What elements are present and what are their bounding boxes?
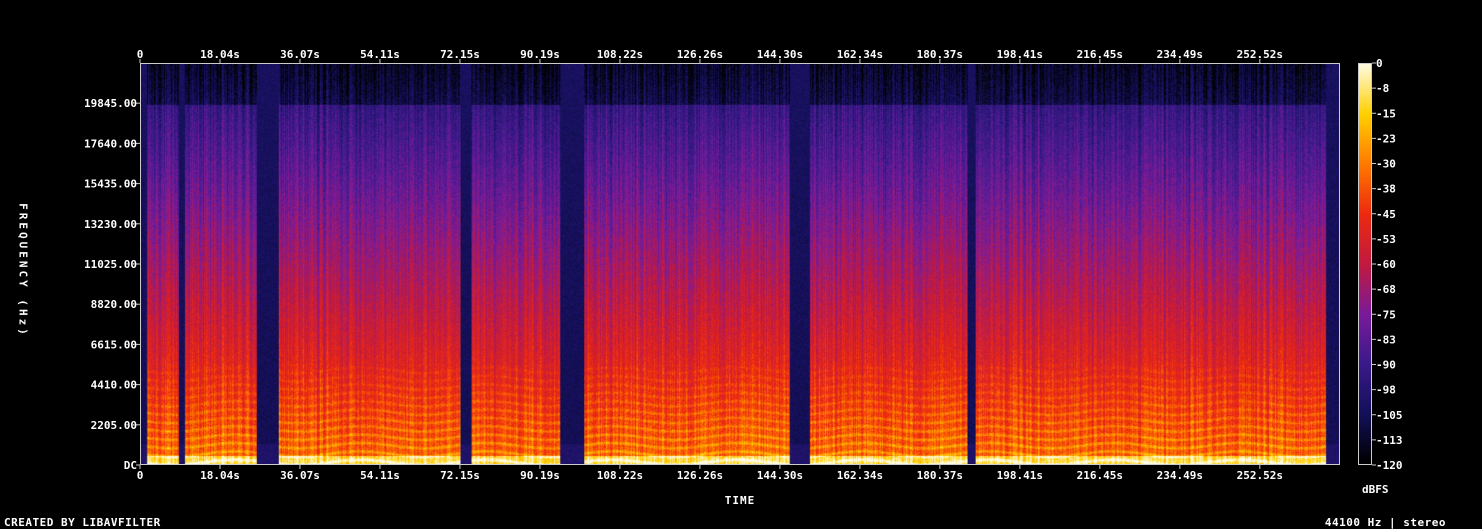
y-axis-label: FREQUENCY (Hz) (16, 203, 30, 338)
x-tick-label-bottom: 252.52s (1237, 469, 1283, 482)
y-tick-label: 17640.00 (84, 137, 137, 150)
x-tick-label-bottom: 72.15s (440, 469, 480, 482)
y-tick-label: 15435.00 (84, 178, 137, 191)
x-tick-label-bottom: 90.19s (520, 469, 560, 482)
colorbar-tick-label: -105 (1376, 409, 1403, 422)
colorbar-unit-label: dBFS (1362, 483, 1389, 496)
x-tick-label-top: 234.49s (1157, 48, 1203, 61)
colorbar-tick-label: -75 (1376, 308, 1396, 321)
x-tick-label-top: 144.30s (757, 48, 803, 61)
x-tick-label-bottom: 126.26s (677, 469, 723, 482)
x-tick-label-bottom: 162.34s (837, 469, 883, 482)
x-tick-label-top: 216.45s (1077, 48, 1123, 61)
footer-credit: CREATED BY LIBAVFILTER (4, 516, 161, 529)
y-tick-label: DC (124, 459, 137, 472)
x-tick-label-top: 162.34s (837, 48, 883, 61)
colorbar-tick-label: -8 (1376, 82, 1389, 95)
colorbar-tick-label: -60 (1376, 258, 1396, 271)
x-tick-label-top: 108.22s (597, 48, 643, 61)
x-tick-label-top: 252.52s (1237, 48, 1283, 61)
x-axis-label: TIME (724, 494, 756, 507)
colorbar-tick-label: -98 (1376, 384, 1396, 397)
x-tick-label-top: 0 (137, 48, 144, 61)
colorbar-tick-label: -53 (1376, 233, 1396, 246)
y-tick-label: 13230.00 (84, 218, 137, 231)
y-tick-label: 8820.00 (91, 298, 137, 311)
x-tick-label-bottom: 234.49s (1157, 469, 1203, 482)
x-tick-label-bottom: 0 (137, 469, 144, 482)
colorbar-tick-label: -23 (1376, 132, 1396, 145)
x-tick-label-bottom: 198.41s (997, 469, 1043, 482)
x-tick-label-top: 90.19s (520, 48, 560, 61)
x-tick-label-bottom: 108.22s (597, 469, 643, 482)
colorbar-tick-label: -120 (1376, 459, 1403, 472)
x-tick-label-bottom: 216.45s (1077, 469, 1123, 482)
y-tick-label: 19845.00 (84, 97, 137, 110)
x-tick-label-bottom: 36.07s (280, 469, 320, 482)
colorbar-tick-label: -38 (1376, 183, 1396, 196)
y-tick-label: 11025.00 (84, 258, 137, 271)
y-tick-label: 2205.00 (91, 419, 137, 432)
x-tick-label-top: 72.15s (440, 48, 480, 61)
x-tick-label-bottom: 180.37s (917, 469, 963, 482)
x-tick-label-top: 180.37s (917, 48, 963, 61)
x-tick-label-bottom: 144.30s (757, 469, 803, 482)
colorbar-tick-label: -90 (1376, 359, 1396, 372)
colorbar-tick-label: -45 (1376, 208, 1396, 221)
colorbar-tick-label: -15 (1376, 107, 1396, 120)
colorbar-tick-label: 0 (1376, 57, 1383, 70)
colorbar-tick-label: -83 (1376, 333, 1396, 346)
colorbar-tick-label: -113 (1376, 434, 1403, 447)
x-tick-label-top: 54.11s (360, 48, 400, 61)
colorbar-tick-label: -30 (1376, 158, 1396, 171)
x-tick-label-top: 18.04s (200, 48, 240, 61)
x-tick-label-top: 198.41s (997, 48, 1043, 61)
spectrogram-figure: 0 0 18.04s 18.04s 36.07s 36.07s 54.11s 54.11s 72… (0, 0, 1482, 529)
x-tick-label-top: 36.07s (280, 48, 320, 61)
colorbar-tick-label: -68 (1376, 283, 1396, 296)
x-tick-label-bottom: 54.11s (360, 469, 400, 482)
x-tick-label-top: 126.26s (677, 48, 723, 61)
axes-layer: 0 0 18.04s 18.04s 36.07s 36.07s 54.11s 54.11s 72… (84, 48, 1403, 482)
x-tick-label-bottom: 18.04s (200, 469, 240, 482)
footer-audio-info: 44100 Hz | stereo (1324, 516, 1446, 529)
y-tick-label: 4410.00 (91, 379, 137, 392)
y-tick-label: 6615.00 (91, 338, 137, 351)
